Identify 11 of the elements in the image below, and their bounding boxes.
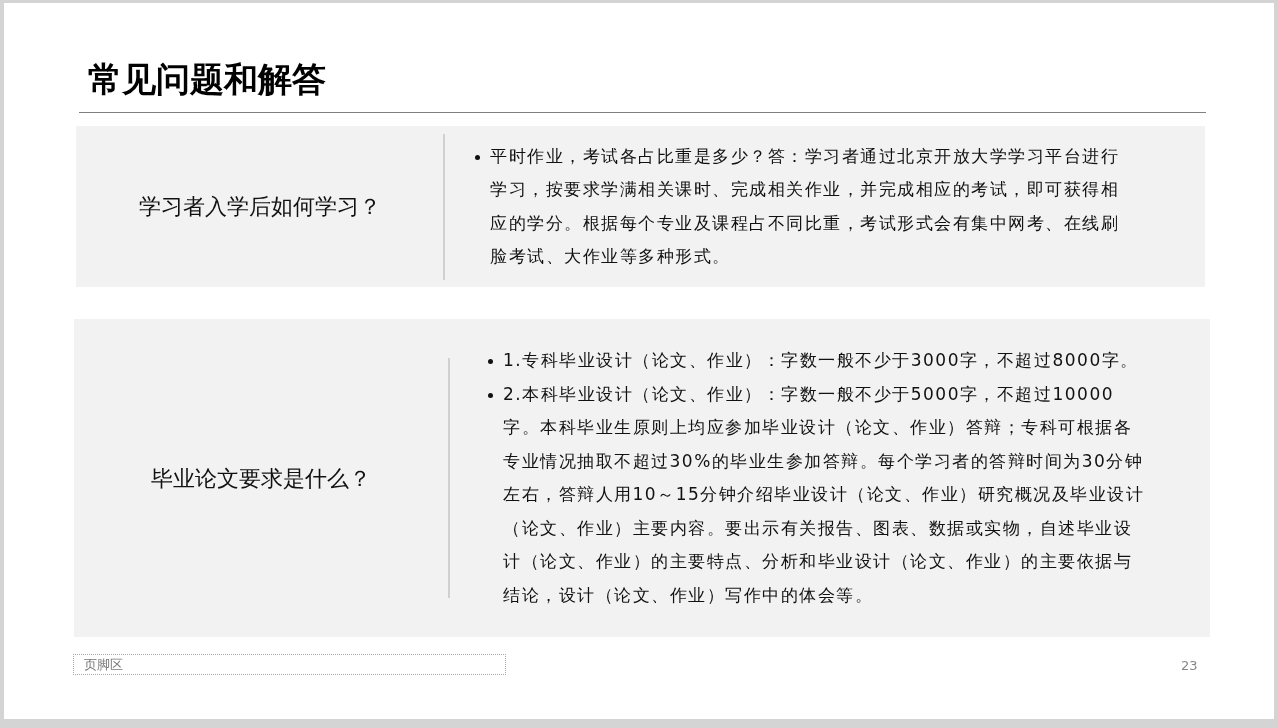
bullet-icon	[475, 154, 480, 160]
page-number: 23	[1181, 657, 1198, 675]
question-text: 学习者入学后如何学习？	[137, 193, 382, 221]
bullet-icon	[488, 392, 493, 398]
question-text: 毕业论文要求是什么？	[150, 464, 372, 493]
answer-text: 1.专科毕业设计（论文、作业）：字数一般不少于3000字，不超过8000字。	[503, 349, 1140, 372]
bullet-icon	[488, 359, 493, 364]
footer-field: 页脚区	[73, 654, 506, 675]
answer-text: 2.本科毕业设计（论文、作业）：字数一般不少于5000字，不超过10000字。本科毕业生原则上均应参加毕业设计（论文、作业）答辩；专科可根据各专业情况抽取不超过30%的毕业生参加答辩。每个学习者的答辩时间为30分钟左右，答辩人用10～15分钟介绍毕业设计（论文、作业）研究概况及毕业设计（论文、作业）主要内容。要出示有关报告、图表、数据或实物，自述毕业设计（论文、作业）的主要特点、分析和毕业设计（论文、作业）的主要依据与结论，设计（论文、作业）写作中的体会等。	[503, 382, 1146, 607]
answer-text: 平时作业，考试各占比重是多少？答：学习者通过北京开放大学学习平台进行学习，按要求学满相关课时、完成相关作业，并完成相应的考试，即可获得相应的学分。根据每个专业及课程占不同比重，考试形式会有集中网考、在线刷脸考试、大作业等多种形式。	[490, 144, 1120, 268]
slide-title: 常见问题和解答	[88, 59, 326, 100]
